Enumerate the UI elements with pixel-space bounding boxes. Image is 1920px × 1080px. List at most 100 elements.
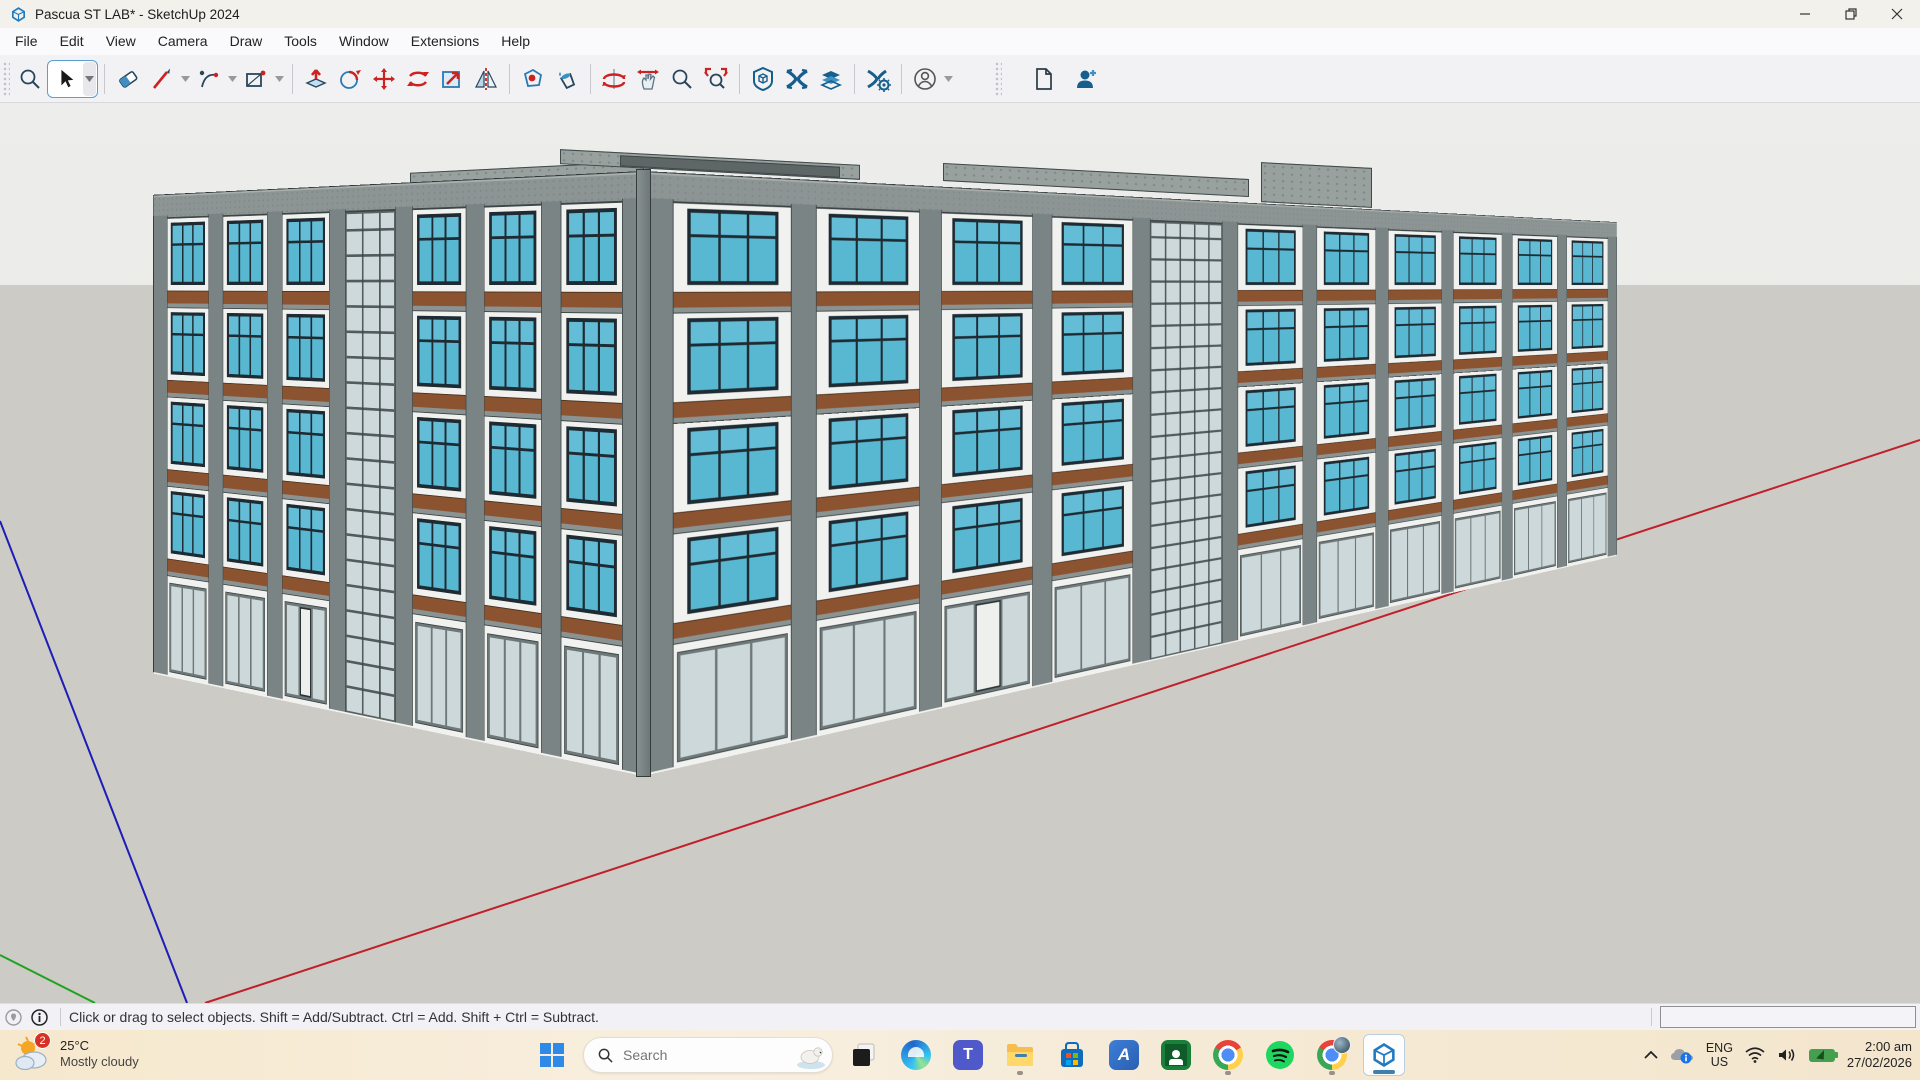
start-button[interactable] [531, 1034, 573, 1076]
pan-tool-button[interactable] [631, 61, 665, 97]
sketchup-app-icon[interactable] [1363, 1034, 1405, 1076]
restore-button[interactable] [1828, 0, 1874, 28]
teams-icon[interactable]: T [947, 1034, 989, 1076]
window-pane [289, 434, 299, 473]
move-tool-button[interactable] [367, 61, 401, 97]
volume-icon[interactable] [1777, 1047, 1797, 1063]
window [227, 313, 263, 379]
select-tool-active[interactable] [47, 60, 98, 98]
shapes-tool-button[interactable] [239, 61, 273, 97]
paint-bucket-tool-button[interactable] [550, 61, 584, 97]
window-pane [194, 517, 203, 554]
flip-tool-button[interactable] [469, 61, 503, 97]
window-pane [1541, 257, 1551, 283]
orbit-tool-button[interactable] [597, 61, 631, 97]
window-pane [420, 319, 432, 340]
push-pull-tool-button[interactable] [299, 61, 333, 97]
storefront-pane [1392, 529, 1407, 600]
new-file-button[interactable] [1027, 61, 1061, 97]
extension-manager-button[interactable] [861, 61, 895, 97]
add-collaborator-button[interactable] [1069, 61, 1103, 97]
storefront-pane [1582, 497, 1594, 558]
window-pane [1541, 452, 1551, 479]
window [1459, 442, 1497, 495]
edge-icon[interactable] [895, 1034, 937, 1076]
window-pane [229, 316, 239, 335]
window-pane [1396, 326, 1408, 355]
arcs-tool-dropdown[interactable] [226, 61, 239, 97]
window [1518, 370, 1552, 419]
window [417, 213, 461, 285]
minimize-button[interactable] [1782, 0, 1828, 28]
window-pane [1530, 388, 1540, 415]
window-pane [1064, 225, 1083, 243]
line-tool-dropdown[interactable] [179, 61, 192, 97]
extension-warehouse-button[interactable] [780, 61, 814, 97]
window-pane [955, 507, 976, 529]
taskbar-search[interactable] [583, 1037, 833, 1073]
chrome-profile-icon[interactable] [1311, 1034, 1353, 1076]
menu-view[interactable]: View [95, 28, 147, 55]
onedrive-icon[interactable] [1670, 1046, 1694, 1064]
offset-tool-button[interactable] [516, 61, 550, 97]
info-icon[interactable] [26, 1009, 52, 1026]
spotify-icon[interactable] [1259, 1034, 1301, 1076]
window-pane [858, 319, 881, 340]
account-button[interactable] [908, 61, 942, 97]
zoom-tool-button[interactable] [665, 61, 699, 97]
classroom-icon[interactable] [1155, 1034, 1197, 1076]
menu-file[interactable]: File [4, 28, 49, 55]
window-pane [312, 532, 322, 572]
follow-me-tool-button[interactable] [333, 61, 367, 97]
clock-widget[interactable]: 2:00 am 27/02/2026 [1847, 1039, 1912, 1071]
menu-tools[interactable]: Tools [273, 28, 328, 55]
arcs-tool-button[interactable] [192, 61, 226, 97]
window-pane [300, 221, 310, 240]
model-viewport-canvas[interactable] [0, 103, 1920, 1003]
menu-extensions[interactable]: Extensions [400, 28, 490, 55]
chrome-icon[interactable] [1207, 1034, 1249, 1076]
components-button[interactable] [814, 61, 848, 97]
window-pane [955, 528, 976, 569]
tray-chevron-up-icon[interactable] [1644, 1050, 1658, 1060]
menu-edit[interactable]: Edit [49, 28, 95, 55]
menu-camera[interactable]: Camera [147, 28, 219, 55]
zoom-extents-tool-button[interactable] [699, 61, 733, 97]
microsoft-store-icon[interactable] [1051, 1034, 1093, 1076]
menu-window[interactable]: Window [328, 28, 400, 55]
window-pane [312, 414, 322, 434]
select-tool-dropdown[interactable] [83, 62, 96, 96]
3d-warehouse-button[interactable] [746, 61, 780, 97]
wifi-icon[interactable] [1745, 1047, 1765, 1063]
window-pane [978, 410, 998, 430]
zoom-window-tool-button[interactable] [13, 61, 47, 97]
account-dropdown[interactable] [942, 61, 955, 97]
window-pane [300, 413, 310, 433]
window-pane [447, 422, 459, 443]
menu-draw[interactable]: Draw [219, 28, 274, 55]
menu-help[interactable]: Help [490, 28, 541, 55]
search-input[interactable] [621, 1046, 775, 1064]
geolocation-icon[interactable] [0, 1009, 26, 1026]
window-pane [858, 419, 881, 441]
shapes-tool-dropdown[interactable] [273, 61, 286, 97]
window-pane [1325, 328, 1338, 359]
toolbar-grip[interactable] [995, 62, 1002, 96]
close-button[interactable] [1874, 0, 1920, 28]
select-tool-button[interactable] [49, 61, 83, 97]
task-view-button[interactable] [843, 1034, 885, 1076]
line-tool-button[interactable] [145, 61, 179, 97]
toolbar-grip[interactable] [3, 62, 10, 96]
scale-tool-button[interactable] [435, 61, 469, 97]
battery-icon[interactable] [1809, 1049, 1835, 1062]
weather-widget[interactable]: 2 25°C Mostly cloudy [12, 1034, 139, 1074]
window-pane [229, 429, 239, 467]
window-pane [955, 243, 976, 281]
window-pane [1583, 306, 1592, 319]
rotate-tool-button[interactable] [401, 61, 435, 97]
eraser-tool-button[interactable] [111, 61, 145, 97]
measurements-input[interactable] [1660, 1006, 1916, 1028]
a-app-icon[interactable]: A [1103, 1034, 1145, 1076]
language-indicator[interactable]: ENG US [1706, 1041, 1733, 1069]
file-explorer-icon[interactable] [999, 1034, 1041, 1076]
